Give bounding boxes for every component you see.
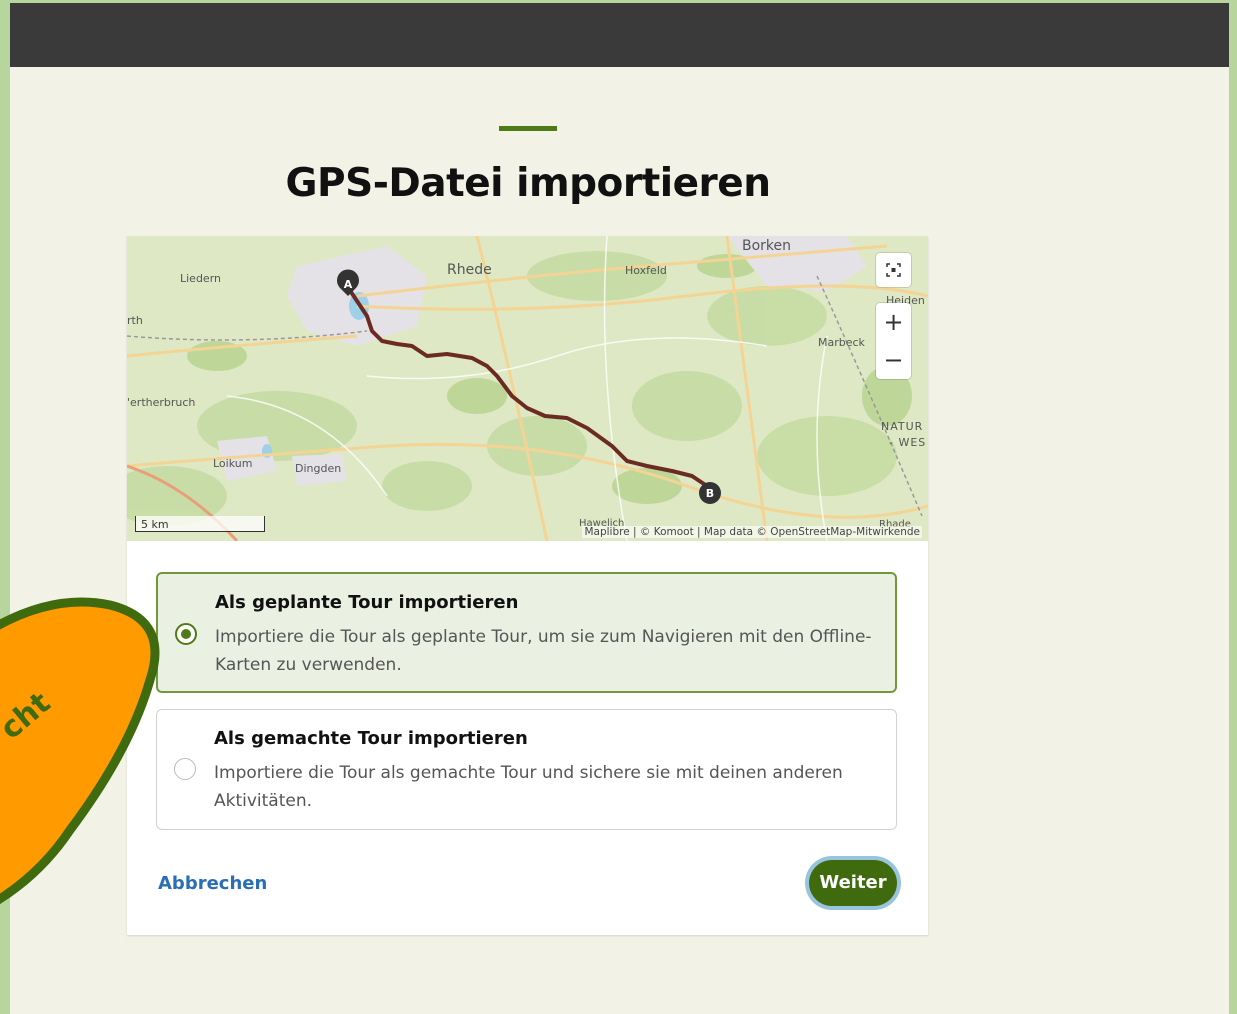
option-title: Als gemachte Tour importieren [214, 728, 528, 749]
option-completed-tour[interactable]: Als gemachte Tour importieren Importiere… [156, 709, 897, 830]
map-label-rth: rth [127, 314, 143, 327]
map-label-hoxfeld: Hoxfeld [625, 264, 667, 277]
radio-selected-dot [181, 629, 191, 639]
zoom-in-button[interactable]: + [876, 303, 911, 341]
import-card: A B Borken Rhede Liedern Hoxfeld Heiden … [127, 236, 928, 935]
map-label-wes: - WES [889, 436, 926, 449]
orange-speech-sticker: cht [0, 597, 160, 905]
map-label-liedern: Liedern [180, 272, 221, 285]
option-description: Importiere die Tour als geplante Tour, u… [215, 627, 872, 675]
end-marker[interactable]: B [699, 482, 721, 504]
fullscreen-icon [886, 263, 901, 277]
svg-text:B: B [706, 487, 714, 500]
map-label-dingden: Dingden [295, 462, 341, 475]
map-label-rhede: Rhede [447, 262, 492, 278]
map-fullscreen-button[interactable] [876, 253, 911, 287]
app-frame: GPS-Datei importieren A B Borken Rhede L… [10, 3, 1229, 1014]
top-bar [10, 3, 1229, 67]
map-label-marbeck: Marbeck [818, 336, 866, 349]
map-label-wertherbruch: 'ertherbruch [127, 396, 195, 409]
title-accent-line [499, 126, 557, 131]
route-map[interactable]: A B Borken Rhede Liedern Hoxfeld Heiden … [127, 236, 928, 541]
map-label-natur: NATUR [881, 420, 923, 433]
map-label-borken: Borken [742, 238, 791, 254]
svg-text:A: A [344, 278, 353, 291]
map-canvas[interactable]: A B Borken Rhede Liedern Hoxfeld Heiden … [127, 236, 928, 541]
next-button[interactable]: Weiter [809, 860, 897, 906]
map-label-loikum: Loikum [213, 457, 252, 470]
option-title: Als geplante Tour importieren [215, 592, 519, 613]
option-description: Importiere die Tour als gemachte Tour un… [214, 763, 843, 811]
map-zoom-controls: + − [876, 303, 911, 379]
page-title: GPS-Datei importieren [285, 161, 771, 206]
map-attribution[interactable]: Maplibre | © Komoot | Map data © OpenStr… [582, 526, 922, 538]
zoom-out-button[interactable]: − [876, 341, 911, 379]
option-planned-tour[interactable]: Als geplante Tour importieren Importiere… [156, 572, 897, 693]
map-scale: 5 km [135, 516, 265, 532]
